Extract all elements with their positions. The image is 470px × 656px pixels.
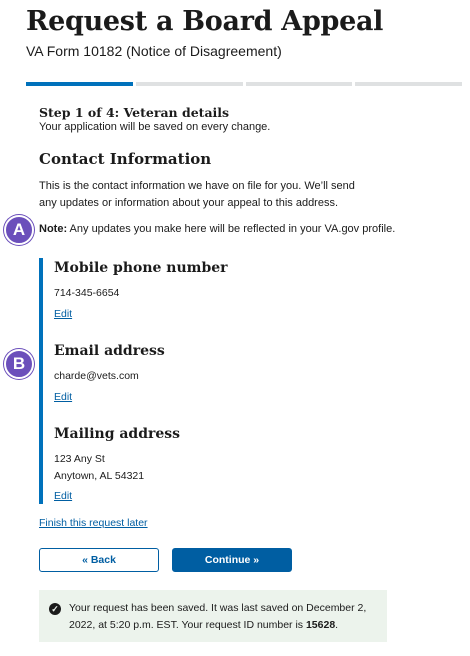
saved-alert-text-end: . xyxy=(335,619,339,631)
saved-alert: ✓ Your request has been saved. It was la… xyxy=(39,590,387,642)
edit-email-link[interactable]: Edit xyxy=(54,391,72,403)
contact-intro: This is the contact information we have … xyxy=(39,180,355,209)
progress-segment-1 xyxy=(26,82,133,86)
email-heading: Email address xyxy=(54,343,165,359)
page-subtitle: VA Form 10182 (Notice of Disagreement) xyxy=(26,43,282,59)
finish-later-link[interactable]: Finish this request later xyxy=(39,517,148,529)
note-label: Note: xyxy=(39,223,68,235)
page-title: Request a Board Appeal xyxy=(26,6,384,37)
contact-info-border xyxy=(39,258,43,504)
progress-segment-3 xyxy=(245,82,353,86)
contact-heading: Contact Information xyxy=(39,150,212,168)
email-value: charde@vets.com xyxy=(54,370,139,382)
step-title: Step 1 of 4: Veteran details xyxy=(39,105,230,120)
step-subtitle: Your application will be saved on every … xyxy=(39,121,271,133)
check-circle-icon: ✓ xyxy=(49,603,61,615)
edit-mailing-address-link[interactable]: Edit xyxy=(54,490,72,502)
annotation-marker-a: A xyxy=(4,215,34,245)
back-button[interactable]: « Back xyxy=(39,548,159,572)
continue-button[interactable]: Continue » xyxy=(172,548,292,572)
edit-mobile-phone-link[interactable]: Edit xyxy=(54,308,72,320)
mailing-address-heading: Mailing address xyxy=(54,426,181,442)
note-text: Any updates you make here will be reflec… xyxy=(67,223,396,235)
request-id: 15628 xyxy=(305,619,336,631)
progress-segment-2 xyxy=(135,82,243,86)
annotation-marker-b: B xyxy=(4,349,34,379)
mailing-address-line1: 123 Any St xyxy=(54,453,105,465)
progress-bar xyxy=(26,82,462,86)
progress-segment-4 xyxy=(355,82,462,86)
mobile-phone-heading: Mobile phone number xyxy=(54,260,228,276)
mobile-phone-value: 714-345-6654 xyxy=(54,287,120,299)
mailing-address-line2: Anytown, AL 54321 xyxy=(54,470,145,482)
profile-note: Note: Any updates you make here will be … xyxy=(39,223,395,235)
saved-alert-message: Your request has been saved. It was last… xyxy=(69,600,377,634)
